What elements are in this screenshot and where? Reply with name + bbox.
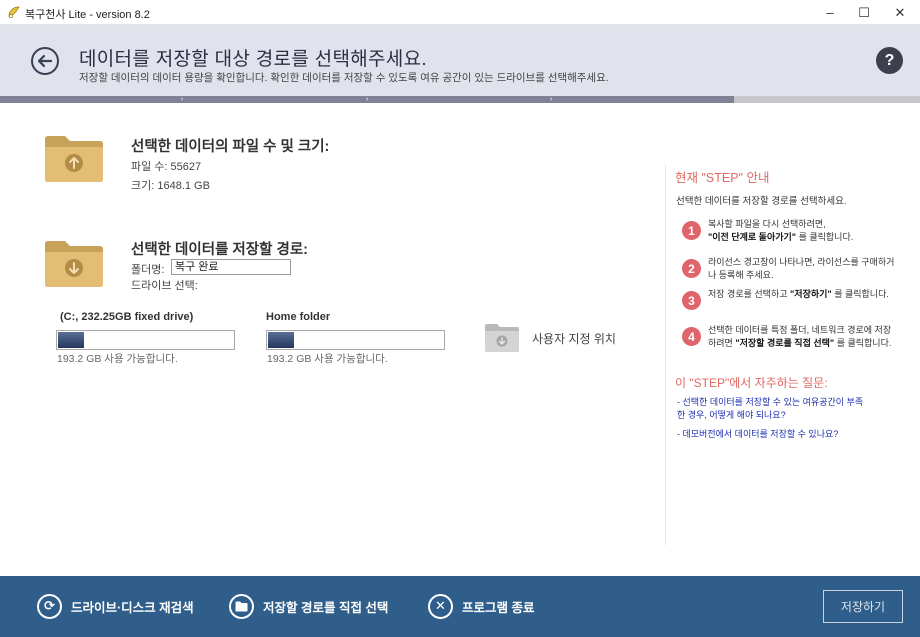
arrow-left-icon	[37, 54, 53, 68]
title-bar: 복구천사 Lite - version 8.2 – ☐ ✕	[0, 0, 920, 25]
drive-free-space: 193.2 GB 사용 가능합니다.	[267, 353, 388, 365]
guide-title: 현재 "STEP" 안내	[675, 171, 770, 185]
drive-usage-fill	[268, 332, 294, 348]
step-text: 저장 경로를 선택하고 "저장하기" 를 클릭합니다.	[708, 289, 889, 299]
step-number-badge: 4	[682, 327, 701, 346]
data-size-value: 1648.1 GB	[157, 180, 210, 192]
back-button[interactable]	[31, 47, 59, 75]
choose-path-button[interactable]: 저장할 경로를 직접 선택	[229, 593, 388, 619]
minimize-button[interactable]: –	[812, 0, 848, 25]
data-size-label: 크기:	[131, 180, 155, 192]
file-count-label: 파일 수:	[131, 161, 168, 173]
refresh-icon: ⟳	[37, 593, 62, 619]
folder-name-input[interactable]: 복구 완료	[171, 259, 291, 275]
file-count-value: 55627	[170, 161, 202, 173]
folder-icon	[229, 593, 254, 619]
panel-divider	[665, 165, 666, 545]
step-progress-bar: › › ›	[0, 96, 920, 103]
faq-link[interactable]: - 데모버전에서 데이터를 저장할 수 있나요?	[677, 428, 867, 441]
close-button[interactable]: ✕	[882, 0, 918, 25]
drive-label: (C:, 232.25GB fixed drive)	[60, 311, 194, 323]
save-button[interactable]: 저장하기	[823, 590, 903, 623]
step-text: 라이선스 경고창이 나타나면, 라이선스를 구매하거나 등록해 주세요.	[708, 257, 895, 280]
folder-name-label: 폴더명:	[131, 264, 165, 276]
window-title: 복구천사 Lite - version 8.2	[25, 9, 150, 21]
rescan-label: 드라이브·디스크 재검색	[71, 600, 194, 615]
footer-bar: ⟳ 드라이브·디스크 재검색 저장할 경로를 직접 선택 ✕ 프로그램 종료 저…	[0, 576, 920, 637]
angel-wing-icon	[8, 6, 20, 18]
maximize-button[interactable]: ☐	[846, 0, 882, 25]
close-icon: ✕	[428, 593, 453, 619]
save-path-title: 선택한 데이터를 저장할 경로:	[131, 242, 308, 258]
data-size-row: 크기: 1648.1 GB	[131, 177, 210, 193]
drive-select-label: 드라이브 선택:	[131, 280, 198, 292]
drive-usage-fill	[58, 332, 84, 348]
step-number-badge: 3	[682, 291, 701, 310]
choose-path-label: 저장할 경로를 직접 선택	[263, 600, 389, 615]
drive-label: Home folder	[266, 311, 331, 323]
folder-download-icon	[485, 324, 519, 352]
file-count-row: 파일 수: 55627	[131, 158, 201, 174]
faq-title: 이 "STEP"에서 자주하는 질문:	[675, 376, 828, 390]
drive-free-space: 193.2 GB 사용 가능합니다.	[57, 353, 178, 365]
chevron-right-icon: ›	[181, 96, 184, 103]
step-text: 선택한 데이터를 특정 폴더, 네트워크 경로에 저장하려면 "저장할 경로를 …	[708, 325, 892, 348]
drive-usage-bar	[56, 330, 235, 350]
help-button[interactable]: ?	[876, 47, 903, 74]
step-number-badge: 1	[682, 221, 701, 240]
exit-label: 프로그램 종료	[462, 600, 535, 615]
page-title: 데이터를 저장할 대상 경로를 선택해주세요.	[79, 49, 427, 70]
selected-data-title: 선택한 데이터의 파일 수 및 크기:	[131, 139, 330, 155]
faq-link[interactable]: - 선택한 데이터를 저장할 수 있는 여유공간이 부족한 경우, 어떻게 해야…	[677, 396, 867, 421]
guide-description: 선택한 데이터를 저장할 경로를 선택하세요.	[676, 196, 847, 207]
step-number-badge: 2	[682, 259, 701, 278]
rescan-button[interactable]: ⟳ 드라이브·디스크 재검색	[37, 593, 194, 619]
page-header: 데이터를 저장할 대상 경로를 선택해주세요. 저장할 데이터의 데이터 용량을…	[0, 25, 920, 96]
drive-usage-bar	[266, 330, 445, 350]
custom-location-label: 사용자 지정 위치	[532, 332, 616, 346]
chevron-right-icon: ›	[366, 96, 369, 103]
chevron-right-icon: ›	[550, 96, 553, 103]
exit-button[interactable]: ✕ 프로그램 종료	[428, 593, 534, 619]
step-text: 복사할 파일을 다시 선택하려면, "이전 단계로 돌아가기" 를 클릭합니다.	[708, 219, 854, 242]
page-subtitle: 저장할 데이터의 데이터 용량을 확인합니다. 확인한 데이터를 저장할 수 있…	[79, 72, 609, 84]
folder-upload-icon	[45, 136, 103, 182]
folder-download-icon	[45, 241, 103, 287]
